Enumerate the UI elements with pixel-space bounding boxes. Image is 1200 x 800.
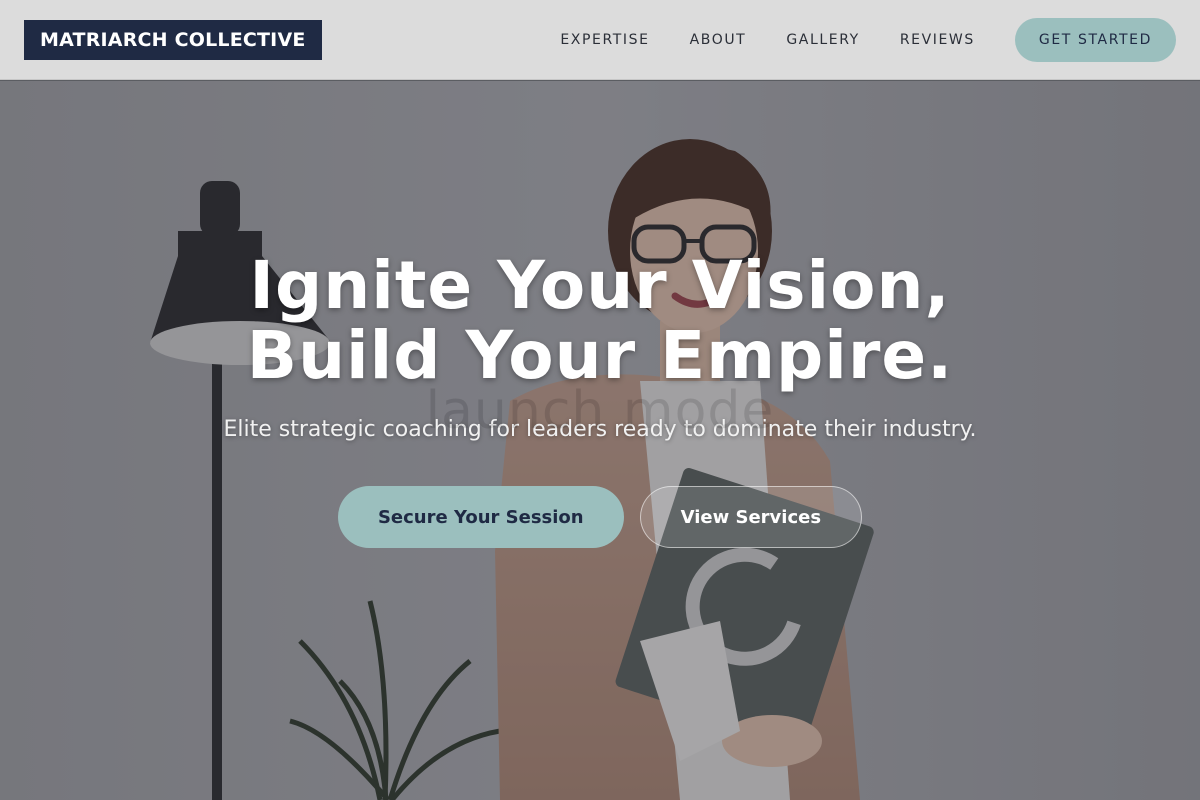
hero-content: launch mode Ignite Your Vision, Build Yo…	[0, 81, 1200, 800]
hero-watermark: launch mode	[425, 381, 775, 441]
site-header: MATRIARCH COLLECTIVE EXPERTISE ABOUT GAL…	[0, 0, 1200, 80]
nav-link-expertise[interactable]: EXPERTISE	[560, 32, 649, 48]
brand-logo[interactable]: MATRIARCH COLLECTIVE	[24, 19, 322, 60]
main-nav: EXPERTISE ABOUT GALLERY REVIEWS GET STAR…	[560, 17, 1176, 62]
nav-link-gallery[interactable]: GALLERY	[786, 32, 859, 48]
hero-buttons: Secure Your Session View Services	[337, 486, 863, 548]
hero-section: launch mode Ignite Your Vision, Build Yo…	[0, 81, 1200, 800]
nav-link-about[interactable]: ABOUT	[690, 32, 747, 48]
hero-headline: Ignite Your Vision, Build Your Empire.	[247, 251, 953, 391]
view-services-button[interactable]: View Services	[639, 486, 863, 548]
nav-link-reviews[interactable]: REVIEWS	[900, 32, 975, 48]
headline-line-1: Ignite Your Vision,	[249, 247, 951, 324]
get-started-button[interactable]: GET STARTED	[1014, 17, 1176, 62]
secure-session-button[interactable]: Secure Your Session	[337, 486, 624, 548]
